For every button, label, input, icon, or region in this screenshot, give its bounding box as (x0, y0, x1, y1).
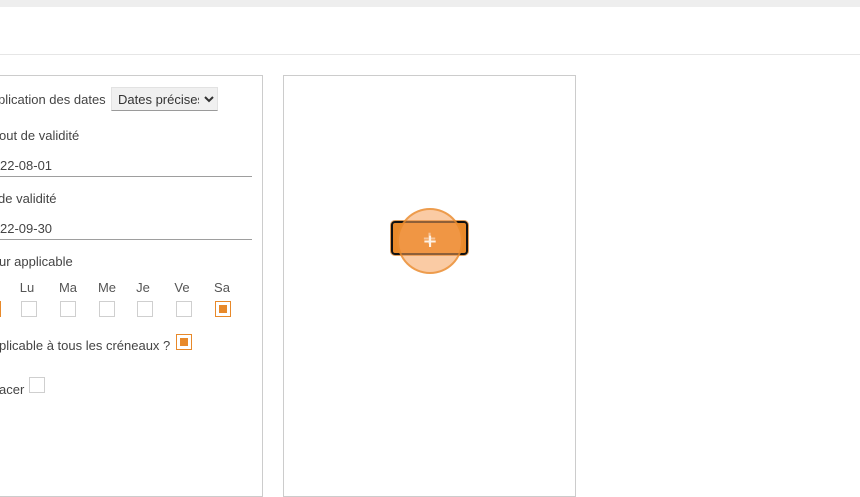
applicable-days-label: ur applicable (0, 254, 73, 269)
day-checkbox-monday[interactable] (21, 301, 37, 317)
date-mode-label: plication des dates (0, 92, 106, 107)
end-date-label: de validité (0, 191, 57, 206)
start-date-label: out de validité (0, 128, 80, 143)
plus-icon: + (421, 227, 438, 249)
header-divider (0, 54, 860, 55)
replace-label: acer (0, 382, 25, 397)
slots-panel (283, 75, 576, 497)
sunday-checkbox-partial[interactable] (0, 301, 1, 317)
day-label-tuesday: Ma (58, 280, 78, 295)
replace-checkbox[interactable] (29, 377, 45, 393)
top-bar (0, 0, 860, 7)
day-label-monday: Lu (19, 280, 35, 295)
day-checkbox-saturday[interactable] (215, 301, 231, 317)
day-label-thursday: Je (136, 280, 150, 295)
day-checkbox-tuesday[interactable] (60, 301, 76, 317)
day-label-saturday: Sa (214, 280, 230, 295)
start-date-input[interactable] (0, 155, 252, 177)
day-label-wednesday: Me (97, 280, 117, 295)
add-slot-button[interactable]: + (391, 221, 468, 255)
all-slots-checkbox[interactable] (176, 334, 192, 350)
day-label-friday: Ve (174, 280, 190, 295)
date-mode-select[interactable]: Dates précises (111, 87, 218, 111)
end-date-input[interactable] (0, 218, 252, 240)
day-checkbox-friday[interactable] (176, 301, 192, 317)
day-checkbox-thursday[interactable] (137, 301, 153, 317)
all-slots-label: plicable à tous les créneaux ? (0, 338, 171, 353)
day-checkbox-wednesday[interactable] (99, 301, 115, 317)
